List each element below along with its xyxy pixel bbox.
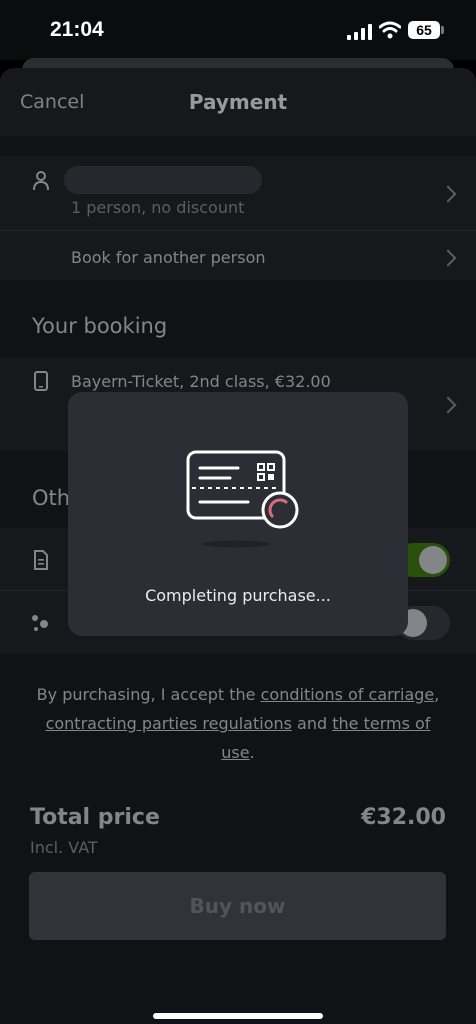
status-time: 21:04 [50,18,104,41]
credit-card-processing-icon [186,450,299,548]
battery-icon: 65 [408,21,440,39]
battery-tip [441,26,444,34]
status-bar: 21:04 65 [0,0,476,60]
wifi-icon [379,21,401,39]
loading-dialog: Completing purchase... [68,392,408,636]
home-indicator[interactable] [153,1013,323,1019]
cellular-signal-icon [347,24,372,40]
loading-message: Completing purchase... [145,586,331,605]
